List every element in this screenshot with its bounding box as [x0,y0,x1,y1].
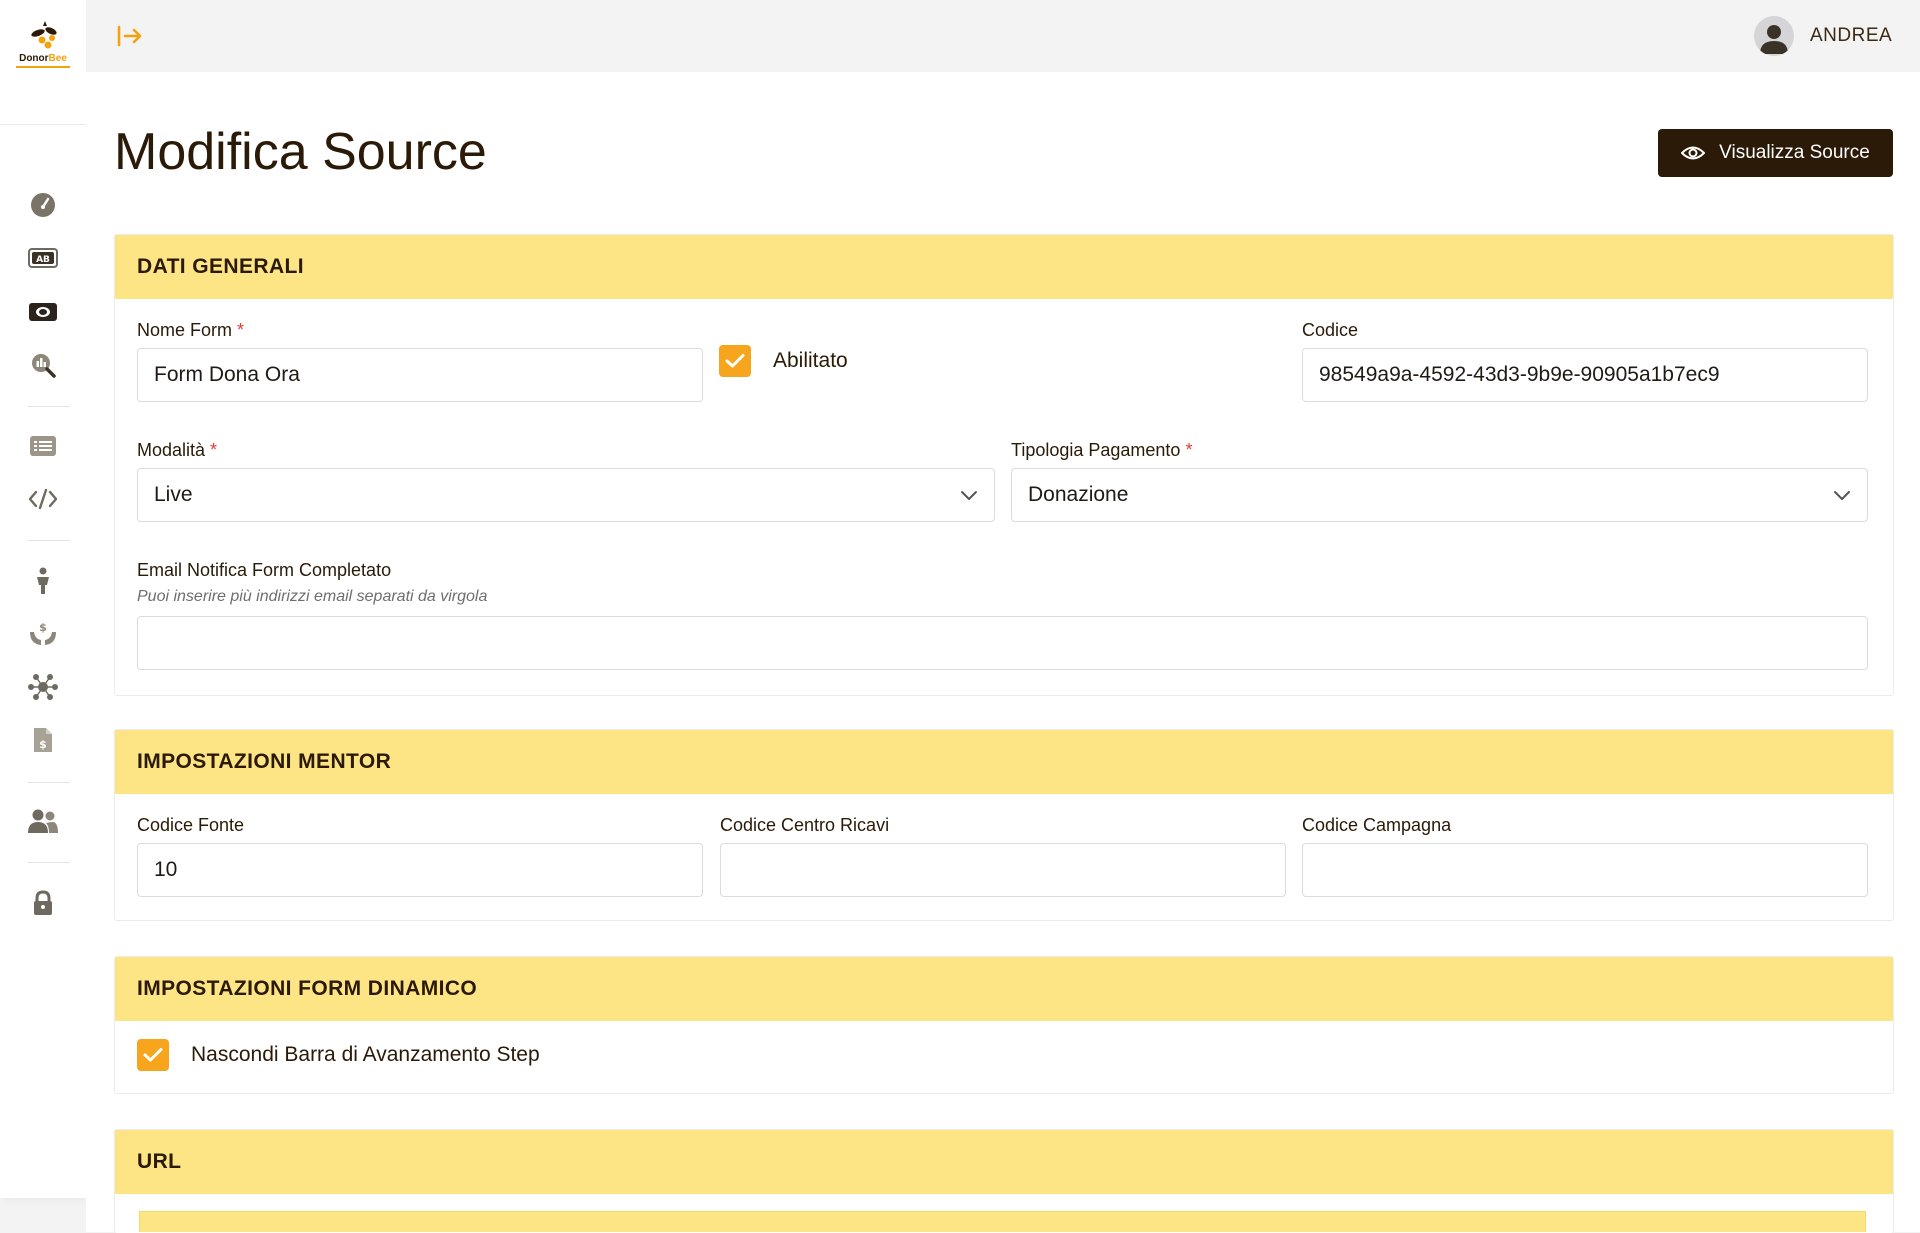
modalita-select[interactable]: Live [137,468,995,522]
codice-input[interactable] [1302,348,1868,402]
sidebar-divider [28,540,70,541]
section-title: IMPOSTAZIONI MENTOR [115,730,1893,794]
section-title: DATI GENERALI [115,235,1893,299]
codice-centro-ricavi-input[interactable] [720,843,1286,897]
nascondi-barra-label: Nascondi Barra di Avanzamento Step [191,1043,540,1066]
logo[interactable]: DonorBee [0,0,86,125]
ab-test-icon[interactable]: AB [24,239,62,277]
email-notifica-label: Email Notifica Form Completato [137,560,392,580]
checkmark-icon [725,354,745,368]
view-source-label: Visualizza Source [1719,142,1870,163]
bee-logo-icon [31,21,57,49]
invoice-icon[interactable]: $ [24,721,62,759]
codice-label: Codice [1302,320,1359,340]
chevron-down-icon [961,491,977,500]
section-title: IMPOSTAZIONI FORM DINAMICO [115,957,1893,1021]
section-title: URL [115,1130,1893,1194]
lock-icon[interactable] [24,884,62,922]
codice-centro-ricavi-label: Codice Centro Ricavi [720,815,890,835]
page-title: Modifica Source [114,123,487,181]
codice-fonte-label: Codice Fonte [137,815,245,835]
expand-arrow-icon [117,25,142,47]
code-icon[interactable] [24,480,62,518]
chevron-down-icon [1834,491,1850,500]
users-icon[interactable] [24,802,62,840]
nascondi-barra-checkbox[interactable] [137,1039,169,1071]
network-icon[interactable] [24,668,62,706]
url-field[interactable] [139,1211,1866,1232]
sidebar-toggle-button[interactable] [114,22,146,50]
list-icon[interactable] [24,427,62,465]
sidebar-divider [28,406,70,407]
dashboard-icon[interactable] [24,186,62,224]
checkmark-icon [143,1048,163,1062]
sidebar-divider [28,862,70,863]
nome-form-input[interactable] [137,348,703,402]
svg-text:$: $ [39,738,47,751]
svg-text:AB: AB [36,255,50,265]
svg-text:$: $ [39,621,47,634]
donation-hands-icon[interactable]: $ [24,615,62,653]
logo-text: DonorBee [19,53,67,64]
avatar[interactable] [1754,16,1794,56]
nome-form-label: Nome Form * [137,320,245,340]
codice-campagna-input[interactable] [1302,843,1868,897]
required-mark: * [1185,440,1193,460]
eye-icon [1681,146,1706,160]
impostazioni-form-dinamico-card: IMPOSTAZIONI FORM DINAMICO [114,956,1894,1094]
email-notifica-input[interactable] [137,616,1868,670]
username[interactable]: ANDREA [1810,25,1892,47]
analytics-icon[interactable] [24,346,62,384]
modalita-value: Live [154,483,193,506]
abilitato-label: Abilitato [773,349,848,372]
money-icon[interactable] [24,293,62,331]
sidebar-divider [28,782,70,783]
top-bar [86,0,1920,72]
tipologia-pagamento-value: Donazione [1028,483,1129,506]
codice-campagna-label: Codice Campagna [1302,815,1452,835]
view-source-button[interactable]: Visualizza Source [1658,129,1893,177]
modalita-label: Modalità * [137,440,218,460]
person-icon[interactable] [24,562,62,600]
email-notifica-hint: Puoi inserire più indirizzi email separa… [137,588,488,605]
logo-underline [16,66,70,68]
tipologia-pagamento-select[interactable]: Donazione [1011,468,1868,522]
sidebar: DonorBee AB $ $ [0,0,86,1198]
tipologia-pagamento-label: Tipologia Pagamento * [1011,440,1193,460]
required-mark: * [210,440,218,460]
required-mark: * [237,320,245,340]
user-avatar-icon [1760,25,1788,54]
codice-fonte-input[interactable] [137,843,703,897]
abilitato-checkbox[interactable] [719,345,751,377]
